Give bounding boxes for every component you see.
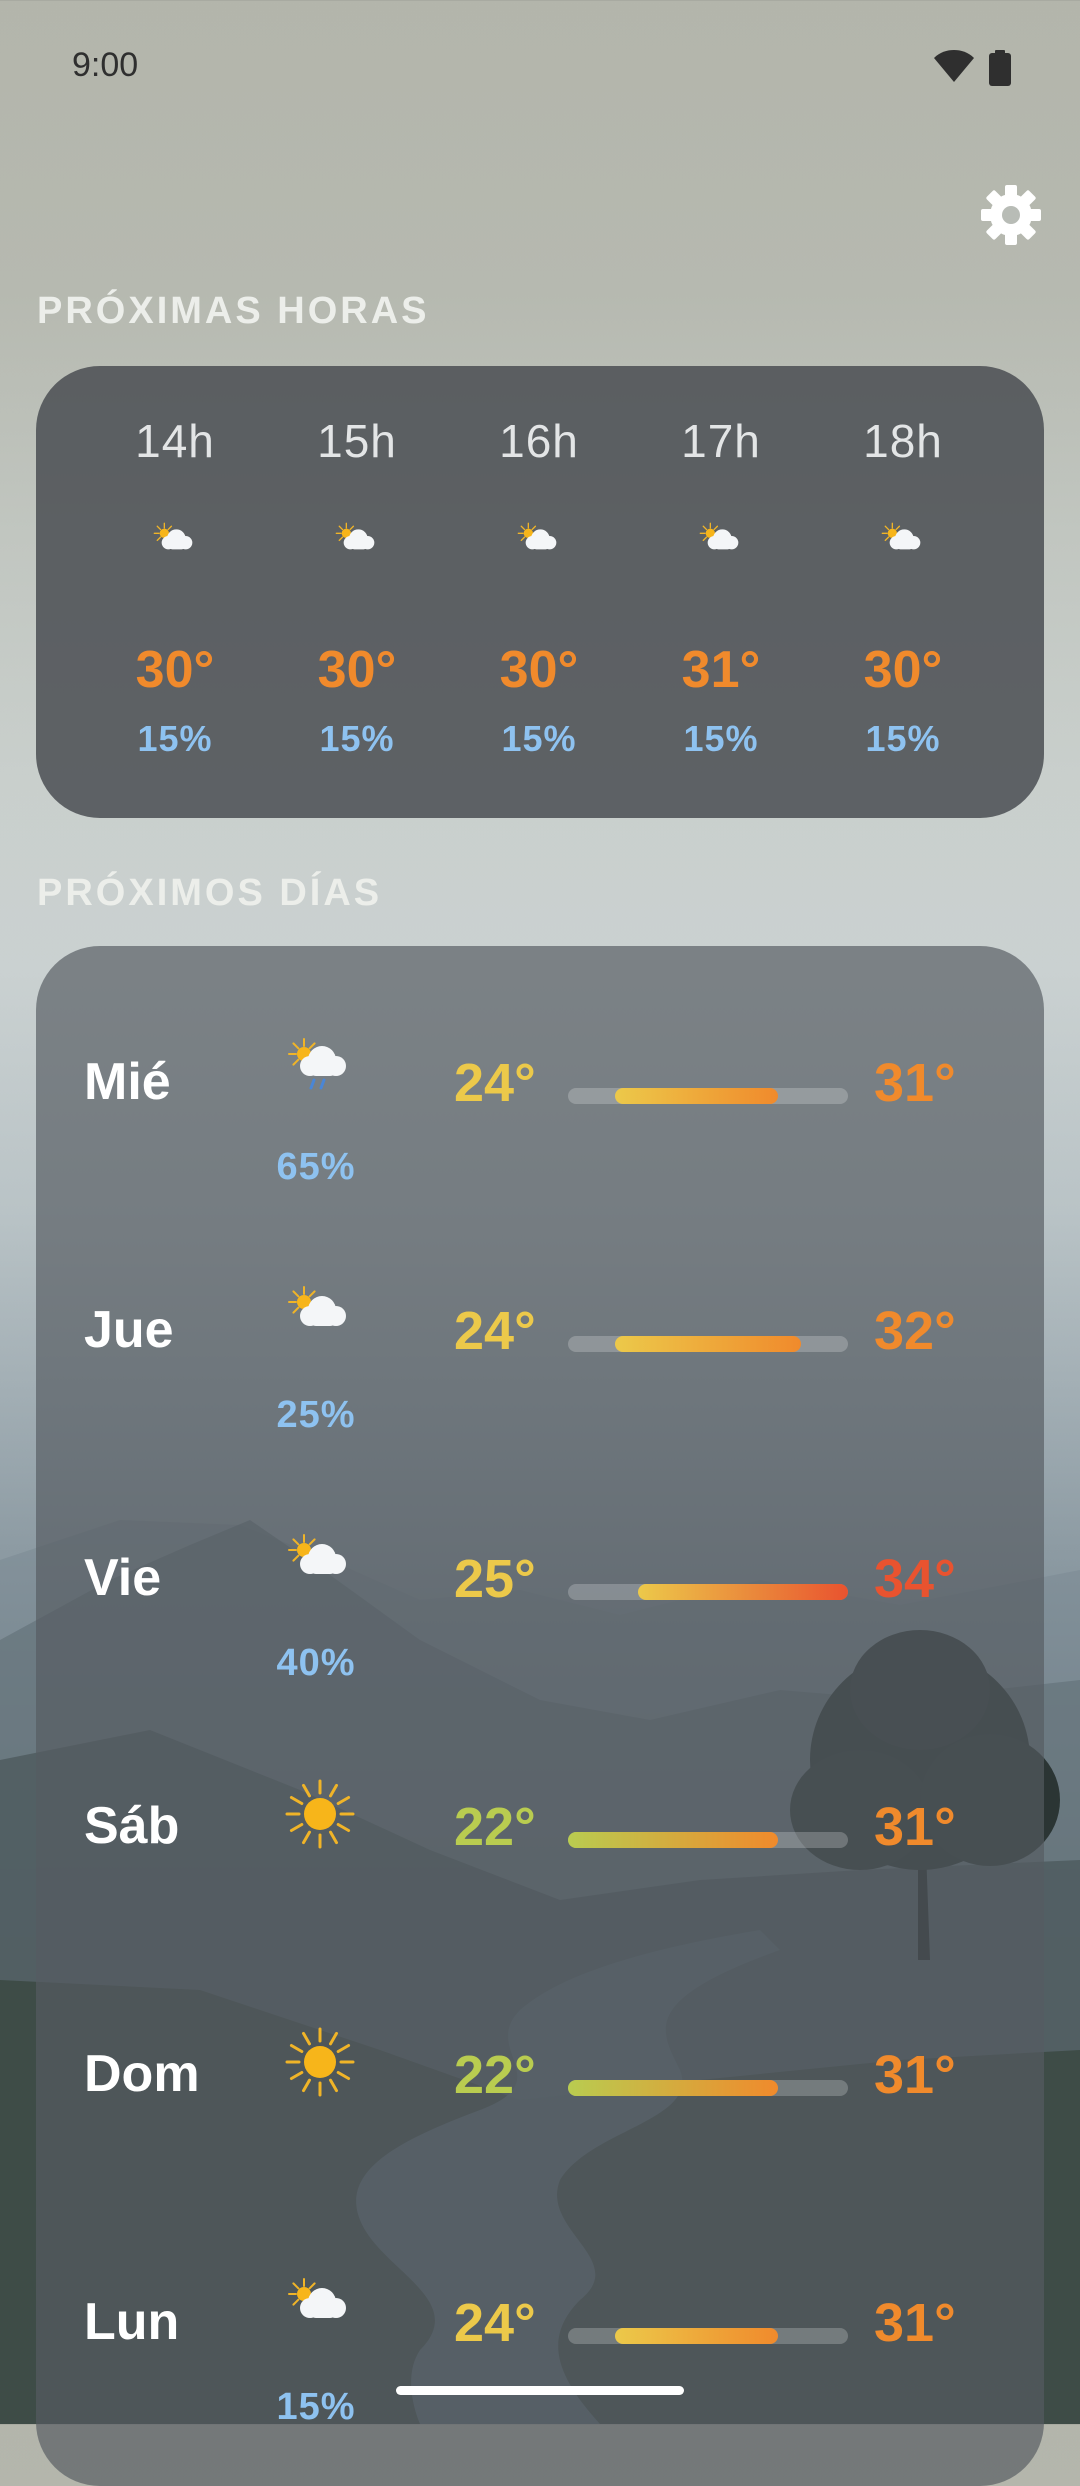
partly-cloudy-icon — [517, 522, 557, 550]
day-icon-wrap — [284, 2026, 356, 2098]
day-name: Vie — [84, 1549, 162, 1607]
day-max-temp: 31° — [874, 1053, 956, 1113]
temperature-range-bar — [568, 1584, 848, 1600]
hour-temperature: 30° — [317, 641, 397, 699]
hourly-item: 15h 30° 15% — [266, 366, 448, 818]
hourly-item: 17h 31° 15% — [630, 366, 812, 818]
day-precipitation: 25% — [276, 1394, 356, 1436]
sun-icon — [285, 2027, 355, 2097]
partly-cloudy-icon — [288, 1534, 346, 1574]
hour-precipitation: 15% — [865, 718, 941, 759]
temperature-range-bar — [568, 1088, 848, 1104]
temperature-range-fill — [614, 1336, 802, 1352]
sun-icon — [285, 1779, 355, 1849]
daily-item[interactable]: Sáb 22° 31° — [36, 1690, 1044, 1938]
hour-temperature: 30° — [499, 641, 579, 699]
partly-cloudy-icon — [288, 2278, 346, 2318]
day-min-temp: 22° — [454, 1797, 536, 1857]
day-min-temp: 24° — [454, 1053, 536, 1113]
hour-icon-wrap — [144, 520, 206, 568]
day-precipitation: 40% — [276, 1642, 356, 1684]
daily-section-title: PRÓXIMOS DÍAS — [37, 872, 383, 914]
hour-temperature: 30° — [863, 641, 943, 699]
hourly-forecast-card: 14h 30° 15% 15h 30° 15% 16h 30° 15% 17h … — [36, 366, 1044, 818]
wifi-icon — [934, 50, 974, 82]
hour-icon-wrap — [326, 520, 388, 568]
hour-precipitation: 15% — [501, 718, 577, 759]
day-name: Mié — [84, 1053, 171, 1111]
partly-cloudy-icon — [699, 522, 739, 550]
partly-cloudy-icon — [288, 1286, 346, 1326]
hour-icon-wrap — [872, 520, 934, 568]
partly-cloudy-icon — [881, 522, 921, 550]
daily-forecast-card: Mié 65% 24° 31° Jue 25% 24° 32° Vie 40% … — [36, 946, 1044, 2486]
hour-icon-wrap — [508, 520, 570, 568]
hourly-item: 16h 30° 15% — [448, 366, 630, 818]
day-precipitation: 15% — [276, 2386, 356, 2428]
home-indicator[interactable] — [396, 2386, 684, 2395]
temperature-range-fill — [568, 2080, 778, 2096]
partly-cloudy-icon — [153, 522, 193, 550]
hour-precipitation: 15% — [319, 718, 395, 759]
hour-icon-wrap — [690, 520, 752, 568]
day-icon-wrap — [284, 1778, 356, 1850]
status-time: 9:00 — [72, 46, 139, 84]
hour-label: 14h — [135, 415, 215, 467]
day-name: Sáb — [84, 1797, 180, 1855]
day-min-temp: 24° — [454, 2293, 536, 2353]
daily-item[interactable]: Vie 40% 25° 34° — [36, 1442, 1044, 1690]
temperature-range-fill — [614, 2328, 778, 2344]
daily-item[interactable]: Lun 15% 24° 31° — [36, 2186, 1044, 2434]
temperature-range-bar — [568, 1336, 848, 1352]
battery-icon — [989, 50, 1011, 86]
hour-temperature: 31° — [681, 641, 761, 699]
day-max-temp: 31° — [874, 2293, 956, 2353]
day-name: Jue — [84, 1301, 174, 1359]
temperature-range-fill — [614, 1088, 778, 1104]
hourly-section-title: PRÓXIMAS HORAS — [37, 290, 430, 332]
hourly-item: 14h 30° 15% — [84, 366, 266, 818]
day-min-temp: 22° — [454, 2045, 536, 2105]
day-precipitation: 65% — [276, 1146, 356, 1188]
day-min-temp: 24° — [454, 1301, 536, 1361]
hour-precipitation: 15% — [137, 718, 213, 759]
daily-item[interactable]: Mié 65% 24° 31° — [36, 946, 1044, 1194]
hour-label: 15h — [317, 415, 397, 467]
day-name: Dom — [84, 2045, 200, 2103]
temperature-range-bar — [568, 2328, 848, 2344]
partly-cloudy-icon — [335, 522, 375, 550]
day-icon-wrap — [284, 1530, 356, 1602]
day-max-temp: 31° — [874, 2045, 956, 2105]
temperature-range-bar — [568, 1832, 848, 1848]
hour-label: 16h — [499, 415, 579, 467]
day-max-temp: 31° — [874, 1797, 956, 1857]
gear-icon[interactable] — [980, 184, 1042, 246]
status-bar: 9:00 — [0, 0, 1080, 136]
day-name: Lun — [84, 2293, 180, 2351]
daily-item[interactable]: Dom 22° 31° — [36, 1938, 1044, 2186]
day-max-temp: 34° — [874, 1549, 956, 1609]
cloud-rain-sun-icon — [288, 1038, 346, 1090]
temperature-range-fill — [638, 1584, 848, 1600]
hour-label: 17h — [681, 415, 761, 467]
day-icon-wrap — [284, 1034, 356, 1106]
day-icon-wrap — [284, 2274, 356, 2346]
temperature-range-bar — [568, 2080, 848, 2096]
hourly-item: 18h 30° 15% — [812, 366, 994, 818]
day-max-temp: 32° — [874, 1301, 956, 1361]
day-icon-wrap — [284, 1282, 356, 1354]
hour-label: 18h — [863, 415, 943, 467]
daily-item[interactable]: Jue 25% 24° 32° — [36, 1194, 1044, 1442]
hour-precipitation: 15% — [683, 718, 759, 759]
hour-temperature: 30° — [135, 641, 215, 699]
day-min-temp: 25° — [454, 1549, 536, 1609]
temperature-range-fill — [568, 1832, 778, 1848]
